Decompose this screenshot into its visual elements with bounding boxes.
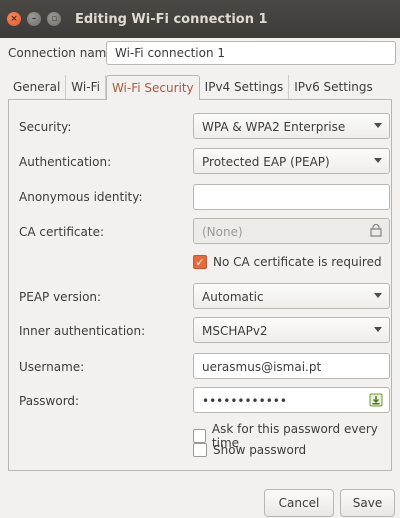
save-button[interactable]: Save [340,489,395,517]
username-label: Username: [19,360,85,374]
username-value: uerasmus@ismai.pt [202,360,322,374]
anonymous-identity-label: Anonymous identity: [19,190,143,204]
authentication-value: Protected EAP (PEAP) [202,155,330,169]
security-label: Security: [19,120,72,134]
title-bar: × – ▫ Editing Wi-Fi connection 1 [0,0,400,38]
inner-authentication-value: MSCHAPv2 [202,324,268,338]
username-input[interactable]: uerasmus@ismai.pt [193,353,390,379]
password-label: Password: [19,394,80,408]
tab-ipv4-settings[interactable]: IPv4 Settings [200,75,290,100]
minimize-window-button[interactable]: – [27,12,41,26]
authentication-select[interactable]: Protected EAP (PEAP) [193,148,390,174]
chevron-down-icon [374,158,382,163]
ask-password-checkbox[interactable] [193,429,206,443]
window-title: Editing Wi-Fi connection 1 [75,11,268,27]
show-password-checkbox[interactable] [193,443,207,457]
tab-general[interactable]: General [8,75,67,100]
chevron-down-icon [374,327,382,332]
certificate-icon [370,224,382,237]
chevron-down-icon [374,293,382,298]
ca-certificate-chooser[interactable]: (None) [193,218,390,244]
connection-name-label: Connection name: [8,46,118,60]
password-value: •••••••••••• [202,394,287,408]
show-password-label: Show password [213,443,307,457]
ca-certificate-value: (None) [202,225,243,239]
no-ca-required-label: No CA certificate is required [213,255,382,269]
tab-ipv6-settings[interactable]: IPv6 Settings [289,75,378,100]
tab-wifi[interactable]: Wi-Fi [66,75,106,100]
connection-name-row: Connection name: [0,38,400,68]
security-value: WPA & WPA2 Enterprise [202,120,346,134]
ca-certificate-label: CA certificate: [19,225,104,239]
no-ca-required-row[interactable]: ✓ No CA certificate is required [193,255,382,269]
anonymous-identity-input[interactable] [193,184,390,210]
tab-wifi-security[interactable]: Wi-Fi Security [105,75,200,100]
close-window-button[interactable]: × [7,12,21,26]
inner-authentication-label: Inner authentication: [19,324,146,338]
maximize-window-button[interactable]: ▫ [47,12,61,26]
wifi-security-panel: Security: WPA & WPA2 Enterprise Authenti… [8,99,392,471]
chevron-down-icon [374,123,382,128]
peap-version-value: Automatic [202,290,264,304]
no-ca-required-checkbox[interactable]: ✓ [193,255,207,269]
tab-bar: General Wi-Fi Wi-Fi Security IPv4 Settin… [8,75,378,100]
inner-authentication-select[interactable]: MSCHAPv2 [193,317,390,343]
password-input[interactable]: •••••••••••• [193,387,390,413]
cancel-button[interactable]: Cancel [264,489,334,517]
peap-version-label: PEAP version: [19,290,102,304]
peap-version-select[interactable]: Automatic [193,283,390,309]
security-select[interactable]: WPA & WPA2 Enterprise [193,113,390,139]
connection-name-input[interactable] [106,41,396,65]
authentication-label: Authentication: [19,155,112,169]
show-password-row[interactable]: Show password [193,443,306,457]
password-store-icon[interactable] [369,393,383,407]
